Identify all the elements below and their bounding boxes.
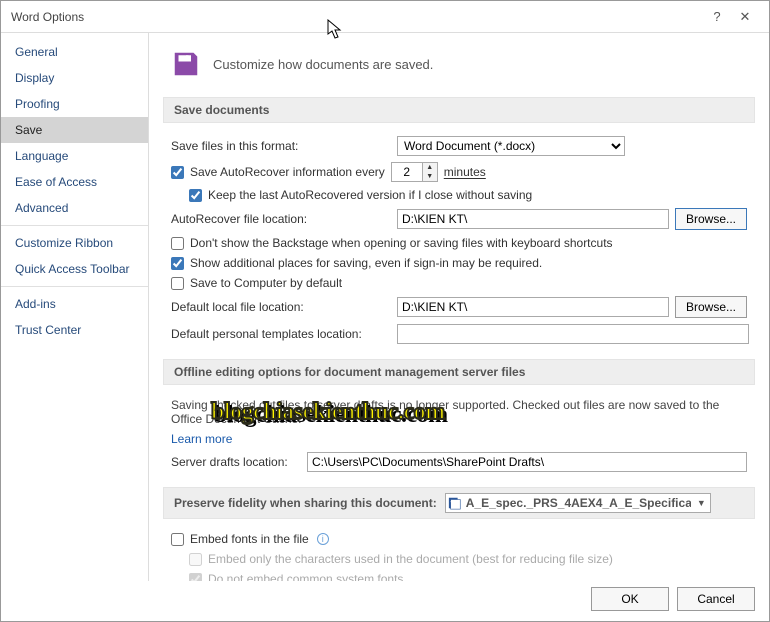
autorecover-location-input[interactable] [397, 209, 669, 229]
minutes-label: minutes [444, 165, 486, 179]
embed-chars-label: Embed only the characters used in the do… [208, 552, 613, 566]
default-local-label: Default local file location: [171, 300, 391, 314]
sidebar-item-language[interactable]: Language [1, 143, 148, 169]
sidebar-item-customize-ribbon[interactable]: Customize Ribbon [1, 230, 148, 256]
document-name: A_E_spec._PRS_4AEX4_A_E_Specification... [466, 496, 691, 510]
server-drafts-input[interactable] [307, 452, 747, 472]
sidebar-item-display[interactable]: Display [1, 65, 148, 91]
learn-more-link[interactable]: Learn more [171, 432, 232, 446]
embed-fonts-checkbox[interactable] [171, 533, 184, 546]
page-header-text: Customize how documents are saved. [213, 57, 433, 72]
help-icon[interactable]: ? [703, 9, 731, 24]
format-label: Save files in this format: [171, 139, 391, 153]
sidebar-item-save[interactable]: Save [1, 117, 148, 143]
embed-chars-checkbox [189, 553, 202, 566]
section-preserve-fidelity: Preserve fidelity when sharing this docu… [163, 487, 755, 519]
keep-last-label: Keep the last AutoRecovered version if I… [208, 188, 532, 202]
embed-fonts-label: Embed fonts in the file [190, 532, 309, 546]
save-computer-label: Save to Computer by default [190, 276, 342, 290]
content-panel: Customize how documents are saved. Save … [149, 33, 769, 581]
sidebar: General Display Proofing Save Language E… [1, 33, 149, 581]
preserve-title: Preserve fidelity when sharing this docu… [174, 496, 437, 510]
sidebar-item-ease-of-access[interactable]: Ease of Access [1, 169, 148, 195]
show-additional-label: Show additional places for saving, even … [190, 256, 542, 270]
dont-backstage-checkbox[interactable] [171, 237, 184, 250]
document-select[interactable]: W A_E_spec._PRS_4AEX4_A_E_Specification.… [445, 493, 711, 513]
sidebar-item-quick-access-toolbar[interactable]: Quick Access Toolbar [1, 256, 148, 282]
keep-last-checkbox[interactable] [189, 189, 202, 202]
sidebar-item-general[interactable]: General [1, 39, 148, 65]
word-doc-icon: W [448, 496, 462, 510]
save-computer-checkbox[interactable] [171, 277, 184, 290]
show-additional-checkbox[interactable] [171, 257, 184, 270]
sidebar-item-trust-center[interactable]: Trust Center [1, 317, 148, 343]
autorecover-browse-button[interactable]: Browse... [675, 208, 747, 230]
chevron-down-icon: ▼ [695, 498, 708, 508]
autorecover-checkbox[interactable] [171, 166, 184, 179]
default-templates-label: Default personal templates location: [171, 327, 391, 341]
sidebar-item-advanced[interactable]: Advanced [1, 195, 148, 221]
server-drafts-label: Server drafts location: [171, 455, 301, 469]
autorecover-label: Save AutoRecover information every [190, 165, 385, 179]
spin-up-icon[interactable]: ▲ [423, 163, 437, 172]
close-icon[interactable]: ✕ [731, 9, 759, 25]
section-offline-editing: Offline editing options for document man… [163, 359, 755, 385]
section-save-documents: Save documents [163, 97, 755, 123]
default-local-input[interactable] [397, 297, 669, 317]
no-common-fonts-label: Do not embed common system fonts [208, 572, 403, 581]
window-title: Word Options [11, 10, 703, 24]
autorecover-location-label: AutoRecover file location: [171, 212, 391, 226]
no-common-fonts-checkbox [189, 573, 202, 582]
sidebar-item-proofing[interactable]: Proofing [1, 91, 148, 117]
spin-down-icon[interactable]: ▼ [423, 172, 437, 181]
save-disk-icon [171, 49, 201, 79]
info-icon[interactable]: i [317, 533, 329, 545]
svg-text:W: W [450, 501, 456, 508]
format-select[interactable]: Word Document (*.docx) [397, 136, 625, 156]
autorecover-minutes-input[interactable] [392, 163, 422, 181]
default-local-browse-button[interactable]: Browse... [675, 296, 747, 318]
offline-note: Saving checked out files to server draft… [171, 398, 719, 426]
dont-backstage-label: Don't show the Backstage when opening or… [190, 236, 613, 250]
default-templates-input[interactable] [397, 324, 749, 344]
sidebar-item-add-ins[interactable]: Add-ins [1, 291, 148, 317]
ok-button[interactable]: OK [591, 587, 669, 611]
cancel-button[interactable]: Cancel [677, 587, 755, 611]
autorecover-minutes-stepper[interactable]: ▲▼ [391, 162, 438, 182]
